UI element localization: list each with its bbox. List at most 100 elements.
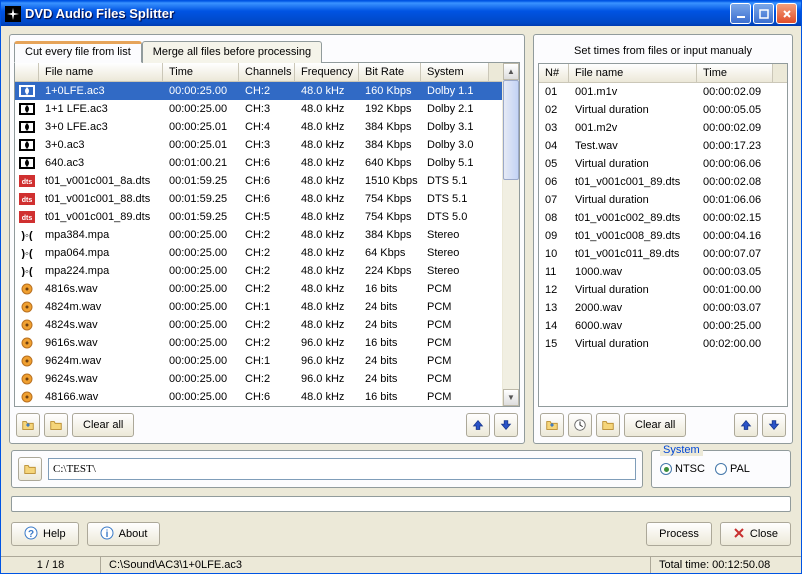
minimize-button[interactable] [730, 3, 751, 24]
right-table[interactable]: N#File nameTime01001.m1v00:00:02.0902Vir… [538, 63, 788, 407]
right-move-down-button[interactable] [762, 413, 786, 437]
table-row[interactable]: 3+0 LFE.ac300:00:25.01CH:448.0 kHz384 Kb… [15, 118, 502, 136]
cell-frequency: 48.0 kHz [295, 318, 359, 332]
cell-filename: mpa064.mpa [39, 246, 163, 260]
svg-text:)◦(: )◦( [21, 266, 33, 277]
cell-bitrate: 16 bits [359, 390, 421, 404]
table-row[interactable]: )◦(mpa224.mpa00:00:25.00CH:248.0 kHz224 … [15, 262, 502, 280]
table-row[interactable]: 3+0.ac300:00:25.01CH:348.0 kHz384 KbpsDo… [15, 136, 502, 154]
left-col-header[interactable]: Bit Rate [359, 63, 421, 81]
right-add-folder-button[interactable] [596, 413, 620, 437]
cell-time: 00:00:25.00 [163, 318, 239, 332]
table-row[interactable]: 1+1 LFE.ac300:00:25.00CH:348.0 kHz192 Kb… [15, 100, 502, 118]
table-row[interactable]: 1+0LFE.ac300:00:25.00CH:248.0 kHz160 Kbp… [15, 82, 502, 100]
right-col-header[interactable]: N# [539, 64, 569, 82]
left-add-folder-button[interactable] [44, 413, 68, 437]
scroll-up-icon[interactable]: ▲ [503, 63, 519, 80]
cell-channels: CH:2 [239, 372, 295, 386]
cell-filename: 4824m.wav [39, 300, 163, 314]
table-row[interactable]: )◦(mpa064.mpa00:00:25.00CH:248.0 kHz64 K… [15, 244, 502, 262]
about-button[interactable]: i About [87, 522, 161, 546]
left-add-file-button[interactable] [16, 413, 40, 437]
table-row[interactable]: 4824m.wav00:00:25.00CH:148.0 kHz24 bitsP… [15, 298, 502, 316]
cell-time: 00:00:07.07 [697, 247, 773, 261]
radio-ntsc[interactable]: NTSC [660, 463, 705, 475]
close-button[interactable]: Close [720, 522, 791, 546]
table-row[interactable]: 4824s.wav00:00:25.00CH:248.0 kHz24 bitsP… [15, 316, 502, 334]
table-row[interactable]: 02Virtual duration00:00:05.05 [539, 101, 787, 119]
table-row[interactable]: 09t01_v001c008_89.dts00:00:04.16 [539, 227, 787, 245]
table-row[interactable]: 01001.m1v00:00:02.09 [539, 83, 787, 101]
browse-path-button[interactable] [18, 457, 42, 481]
tab-merge[interactable]: Merge all files before processing [142, 41, 322, 63]
left-move-down-button[interactable] [494, 413, 518, 437]
wav-icon [19, 282, 35, 296]
system-group: System NTSC PAL [651, 450, 791, 488]
output-path-input[interactable] [48, 458, 636, 480]
table-row[interactable]: )◦(mpa384.mpa00:00:25.00CH:248.0 kHz384 … [15, 226, 502, 244]
close-window-button[interactable] [776, 3, 797, 24]
table-row[interactable]: 640.ac300:01:00.21CH:648.0 kHz640 KbpsDo… [15, 154, 502, 172]
left-table[interactable]: File nameTimeChannelsFrequencyBit RateSy… [14, 62, 520, 407]
table-row[interactable]: 08t01_v001c002_89.dts00:00:02.15 [539, 209, 787, 227]
svg-text:i: i [105, 529, 108, 540]
cell-filename: 48166.wav [39, 390, 163, 404]
right-move-up-button[interactable] [734, 413, 758, 437]
left-clear-all-button[interactable]: Clear all [72, 413, 134, 437]
cell-num: 08 [539, 211, 569, 225]
table-row[interactable]: 06t01_v001c001_89.dts00:00:02.08 [539, 173, 787, 191]
table-row[interactable]: dtst01_v001c001_89.dts00:01:59.25CH:548.… [15, 208, 502, 226]
cell-time: 00:00:25.00 [163, 372, 239, 386]
cell-bitrate: 192 Kbps [359, 102, 421, 116]
left-scrollbar[interactable]: ▲ ▼ [502, 63, 519, 406]
cell-system: DTS 5.1 [421, 174, 489, 188]
svg-text:)◦(: )◦( [21, 230, 33, 241]
table-row[interactable]: 9624m.wav00:00:25.00CH:196.0 kHz24 bitsP… [15, 352, 502, 370]
table-row[interactable]: 05Virtual duration00:00:06.06 [539, 155, 787, 173]
right-col-header[interactable]: File name [569, 64, 697, 82]
left-col-header[interactable]: File name [39, 63, 163, 81]
cell-channels: CH:2 [239, 228, 295, 242]
cell-time: 00:00:25.00 [163, 228, 239, 242]
table-row[interactable]: dtst01_v001c001_88.dts00:01:59.25CH:648.… [15, 190, 502, 208]
cell-frequency: 48.0 kHz [295, 156, 359, 170]
right-add-time-button[interactable] [568, 413, 592, 437]
cell-num: 06 [539, 175, 569, 189]
cell-time: 00:00:25.01 [163, 120, 239, 134]
cell-filename: mpa224.mpa [39, 264, 163, 278]
radio-pal[interactable]: PAL [715, 463, 750, 475]
maximize-button[interactable] [753, 3, 774, 24]
table-row[interactable]: 04Test.wav00:00:17.23 [539, 137, 787, 155]
left-col-header[interactable]: System [421, 63, 489, 81]
table-row[interactable]: 9624s.wav00:00:25.00CH:296.0 kHz24 bitsP… [15, 370, 502, 388]
table-row[interactable]: 48166.wav00:00:25.00CH:648.0 kHz16 bitsP… [15, 388, 502, 406]
table-row[interactable]: 132000.wav00:00:03.07 [539, 299, 787, 317]
left-col-header[interactable]: Frequency [295, 63, 359, 81]
table-row[interactable]: 146000.wav00:00:25.00 [539, 317, 787, 335]
help-button[interactable]: ? Help [11, 522, 79, 546]
table-row[interactable]: 07Virtual duration00:01:06.06 [539, 191, 787, 209]
scroll-thumb[interactable] [503, 80, 519, 180]
dolby-icon [19, 120, 35, 134]
left-move-up-button[interactable] [466, 413, 490, 437]
table-row[interactable]: 4816s.wav00:00:25.00CH:248.0 kHz16 bitsP… [15, 280, 502, 298]
table-row[interactable]: 9616s.wav00:00:25.00CH:296.0 kHz16 bitsP… [15, 334, 502, 352]
table-row[interactable]: 111000.wav00:00:03.05 [539, 263, 787, 281]
table-row[interactable]: 15Virtual duration00:02:00.00 [539, 335, 787, 353]
cell-frequency: 96.0 kHz [295, 372, 359, 386]
table-row[interactable]: 03001.m2v00:00:02.09 [539, 119, 787, 137]
table-row[interactable]: 10t01_v001c011_89.dts00:00:07.07 [539, 245, 787, 263]
right-clear-all-button[interactable]: Clear all [624, 413, 686, 437]
cell-bitrate: 1510 Kbps [359, 174, 421, 188]
right-col-header[interactable]: Time [697, 64, 773, 82]
table-row[interactable]: dtst01_v001c001_8a.dts00:01:59.25CH:648.… [15, 172, 502, 190]
left-col-header[interactable]: Channels [239, 63, 295, 81]
table-row[interactable]: 12Virtual duration00:01:00.00 [539, 281, 787, 299]
cell-filename: 2000.wav [569, 301, 697, 315]
process-button[interactable]: Process [646, 522, 712, 546]
scroll-down-icon[interactable]: ▼ [503, 389, 519, 406]
tab-cut[interactable]: Cut every file from list [14, 41, 142, 63]
left-col-header[interactable]: Time [163, 63, 239, 81]
left-col-header[interactable] [15, 63, 39, 81]
right-add-file-button[interactable] [540, 413, 564, 437]
